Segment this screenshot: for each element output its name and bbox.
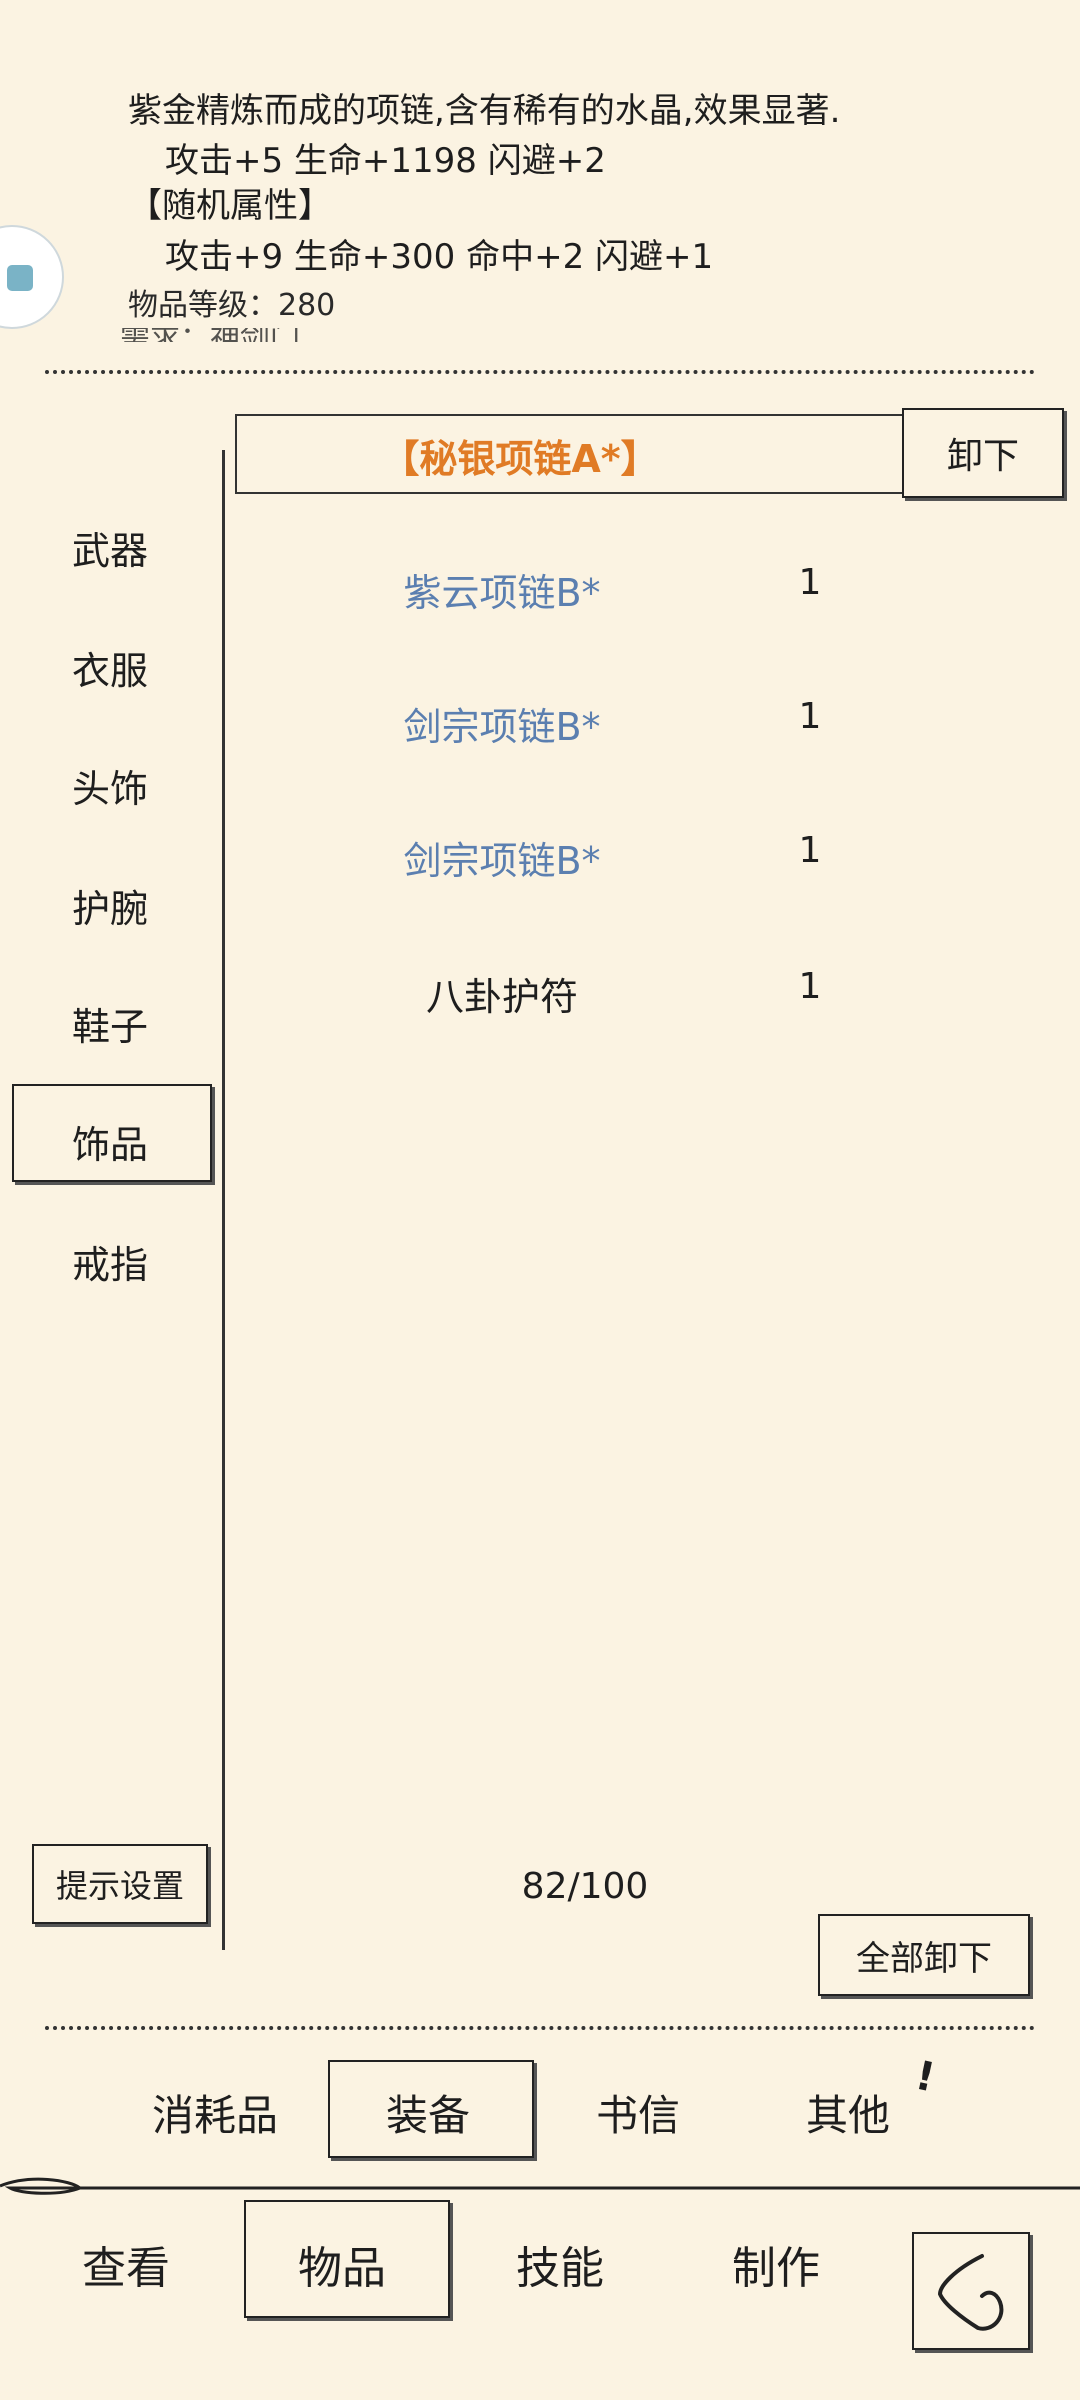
category-item[interactable]: 头饰 <box>72 758 148 813</box>
back-button[interactable] <box>912 2232 1030 2350</box>
nav-skills[interactable]: 技能 <box>516 2232 604 2296</box>
item-row-qty: 1 <box>798 696 822 737</box>
category-item[interactable]: 衣服 <box>72 640 148 695</box>
item-level: 物品等级：280 <box>128 288 336 323</box>
item-row-qty: 1 <box>798 562 822 603</box>
nav-items[interactable]: 物品 <box>298 2232 386 2296</box>
tab-letters[interactable]: 书信 <box>596 2082 680 2143</box>
sidebar-border <box>222 450 225 1950</box>
description-clip: 需求：神剑门 <box>120 328 540 342</box>
tab-consumables[interactable]: 消耗品 <box>152 2082 278 2143</box>
divider-bottom <box>45 2026 1035 2030</box>
category-item[interactable]: 鞋子 <box>72 996 148 1051</box>
unequip-label: 卸下 <box>946 436 1019 477</box>
nav-separator-line <box>0 2177 1080 2195</box>
hint-settings-label: 提示设置 <box>55 1867 184 1905</box>
item-row-name[interactable]: 紫云项链B* <box>292 562 712 617</box>
item-base-stats: 攻击+5 生命+1198 闪避+2 <box>165 141 606 181</box>
tab-equipment[interactable]: 装备 <box>386 2082 470 2143</box>
new-badge: ! <box>911 2052 939 2102</box>
item-row-name[interactable]: 剑宗项链B* <box>292 696 712 751</box>
app-launcher-glyph <box>7 265 33 291</box>
divider-top <box>45 370 1035 374</box>
unequip-all-button[interactable]: 全部卸下 <box>818 1914 1030 1996</box>
category-item[interactable]: 戒指 <box>72 1234 148 1289</box>
category-item[interactable]: 护腕 <box>72 878 148 933</box>
tab-others[interactable]: 其他 <box>806 2082 890 2143</box>
equipped-item-name[interactable]: 【秘银项链A*】 <box>340 428 700 483</box>
category-item[interactable]: 武器 <box>72 520 148 575</box>
inventory-capacity: 82/100 <box>521 1866 649 1907</box>
back-icon <box>937 2254 1004 2331</box>
category-item[interactable]: 饰品 <box>72 1114 148 1169</box>
item-requirement: 需求：神剑门 <box>120 328 540 342</box>
hint-settings-button[interactable]: 提示设置 <box>32 1844 208 1924</box>
nav-craft[interactable]: 制作 <box>732 2232 820 2296</box>
item-row-qty: 1 <box>798 830 822 871</box>
item-row-name[interactable]: 八卦护符 <box>292 966 712 1021</box>
item-description: 紫金精炼而成的项链,含有稀有的水晶,效果显著. <box>128 91 841 131</box>
nav-view[interactable]: 查看 <box>82 2232 170 2296</box>
item-row-name[interactable]: 剑宗项链B* <box>292 830 712 885</box>
item-random-stats: 攻击+9 生命+300 命中+2 闪避+1 <box>165 237 714 277</box>
item-row-qty: 1 <box>798 966 822 1007</box>
random-attr-header: 【随机属性】 <box>128 186 332 226</box>
unequip-button[interactable]: 卸下 <box>902 408 1064 498</box>
app-launcher-icon[interactable] <box>0 225 64 329</box>
unequip-all-label: 全部卸下 <box>856 1938 992 1979</box>
